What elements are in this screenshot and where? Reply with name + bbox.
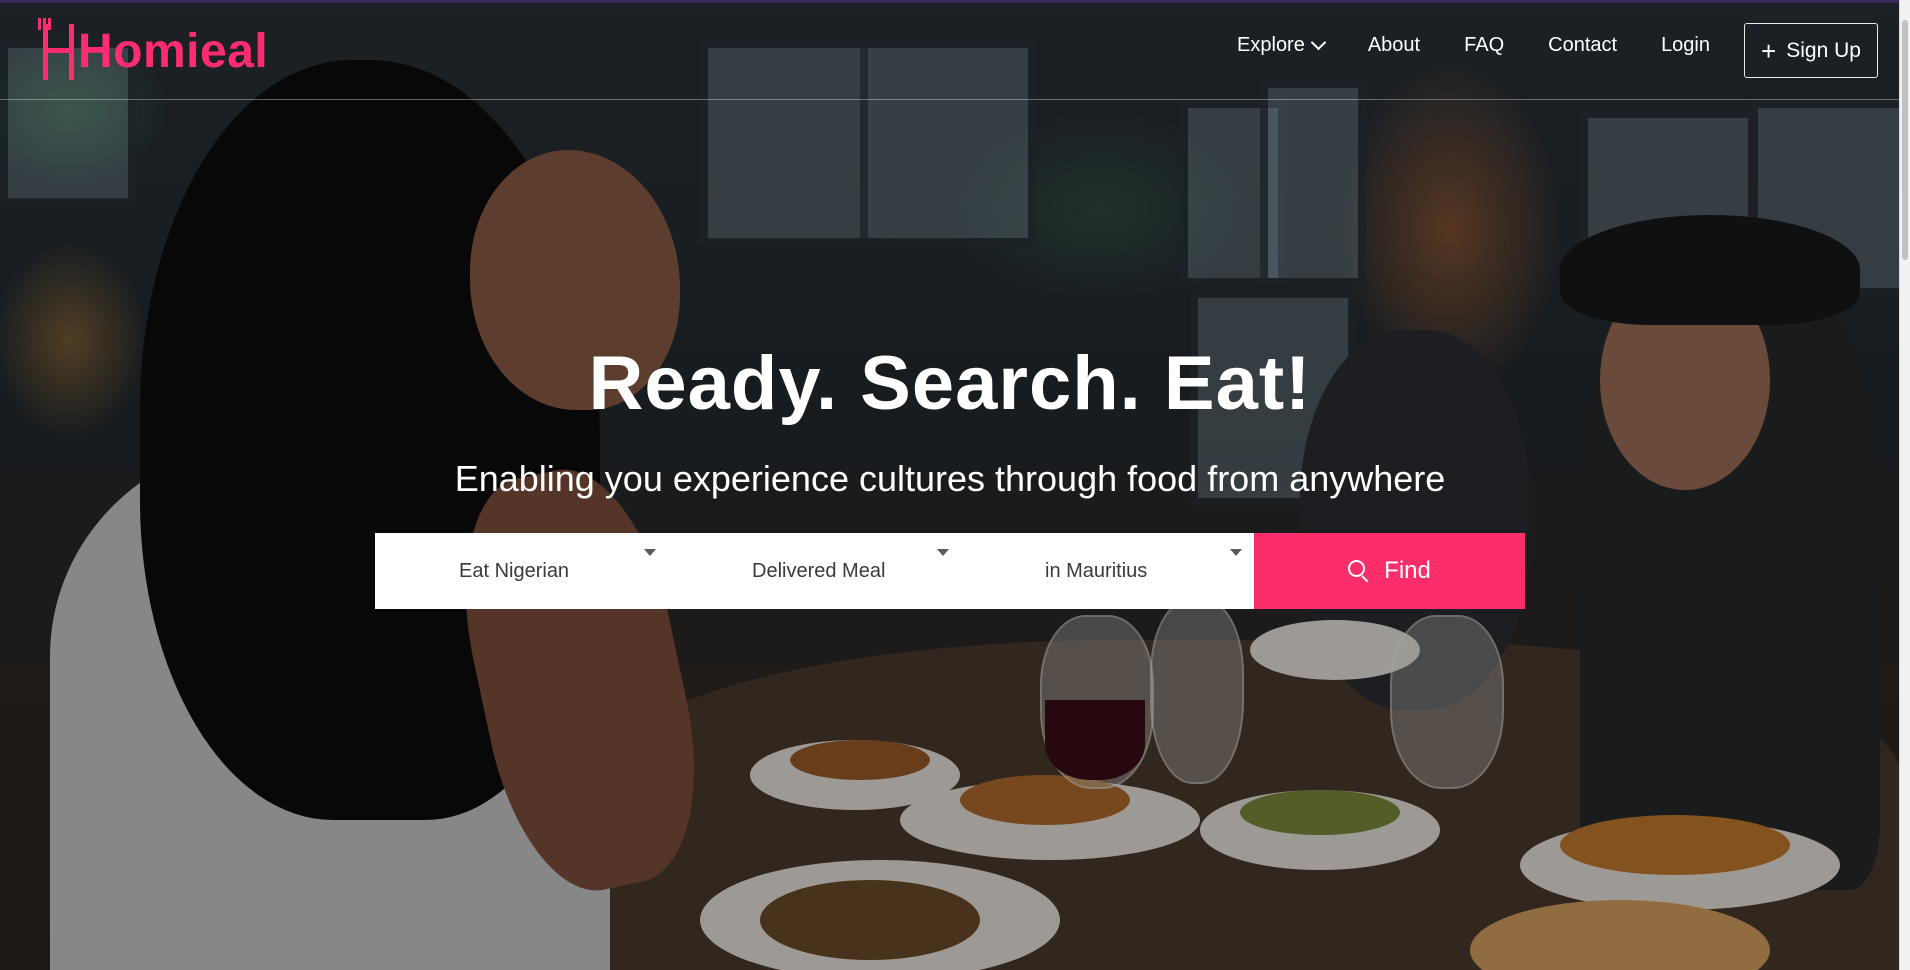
cuisine-select[interactable]: Eat Nigerian <box>375 533 668 609</box>
hero-headline: Ready. Search. Eat! <box>588 341 1312 426</box>
nav-item-contact[interactable]: Contact <box>1548 34 1617 57</box>
nav-item-label: Explore <box>1237 34 1305 56</box>
brand-logo[interactable]: Homieal <box>38 18 269 80</box>
location-select-value: in Mauritius <box>1045 559 1148 582</box>
sign-up-label: Sign Up <box>1786 38 1861 62</box>
cuisine-select-value: Eat Nigerian <box>459 559 570 582</box>
plus-icon: + <box>1761 35 1777 66</box>
search-bar: Eat Nigerian Delivered Meal in Mauritius… <box>375 533 1525 609</box>
caret-down-icon <box>644 549 656 556</box>
nav-item-explore[interactable]: Explore <box>1237 34 1327 57</box>
caret-down-icon <box>937 549 949 556</box>
meal-type-select[interactable]: Delivered Meal <box>668 533 961 609</box>
nav-item-login[interactable]: Login <box>1661 34 1710 57</box>
nav-item-about[interactable]: About <box>1368 34 1420 57</box>
search-icon <box>1348 560 1370 583</box>
fork-logo-icon <box>38 18 80 80</box>
caret-down-icon <box>1230 549 1242 556</box>
hero-subtitle: Enabling you experience cultures through… <box>454 458 1446 499</box>
scrollbar-thumb[interactable] <box>1902 20 1908 260</box>
find-button-label: Find <box>1384 557 1431 584</box>
top-navigation: Homieal Explore About FAQ Contact Login … <box>0 0 1900 100</box>
nav-item-faq[interactable]: FAQ <box>1464 34 1504 57</box>
chevron-down-icon <box>1310 34 1327 51</box>
scrollbar[interactable] <box>1899 0 1910 970</box>
sign-up-button[interactable]: + Sign Up <box>1744 23 1878 78</box>
location-select[interactable]: in Mauritius <box>961 533 1254 609</box>
nav-links: Explore About FAQ Contact Login <box>1237 34 1710 57</box>
meal-type-select-value: Delivered Meal <box>752 559 886 582</box>
brand-name: Homieal <box>78 25 269 78</box>
find-button[interactable]: Find <box>1254 533 1525 609</box>
